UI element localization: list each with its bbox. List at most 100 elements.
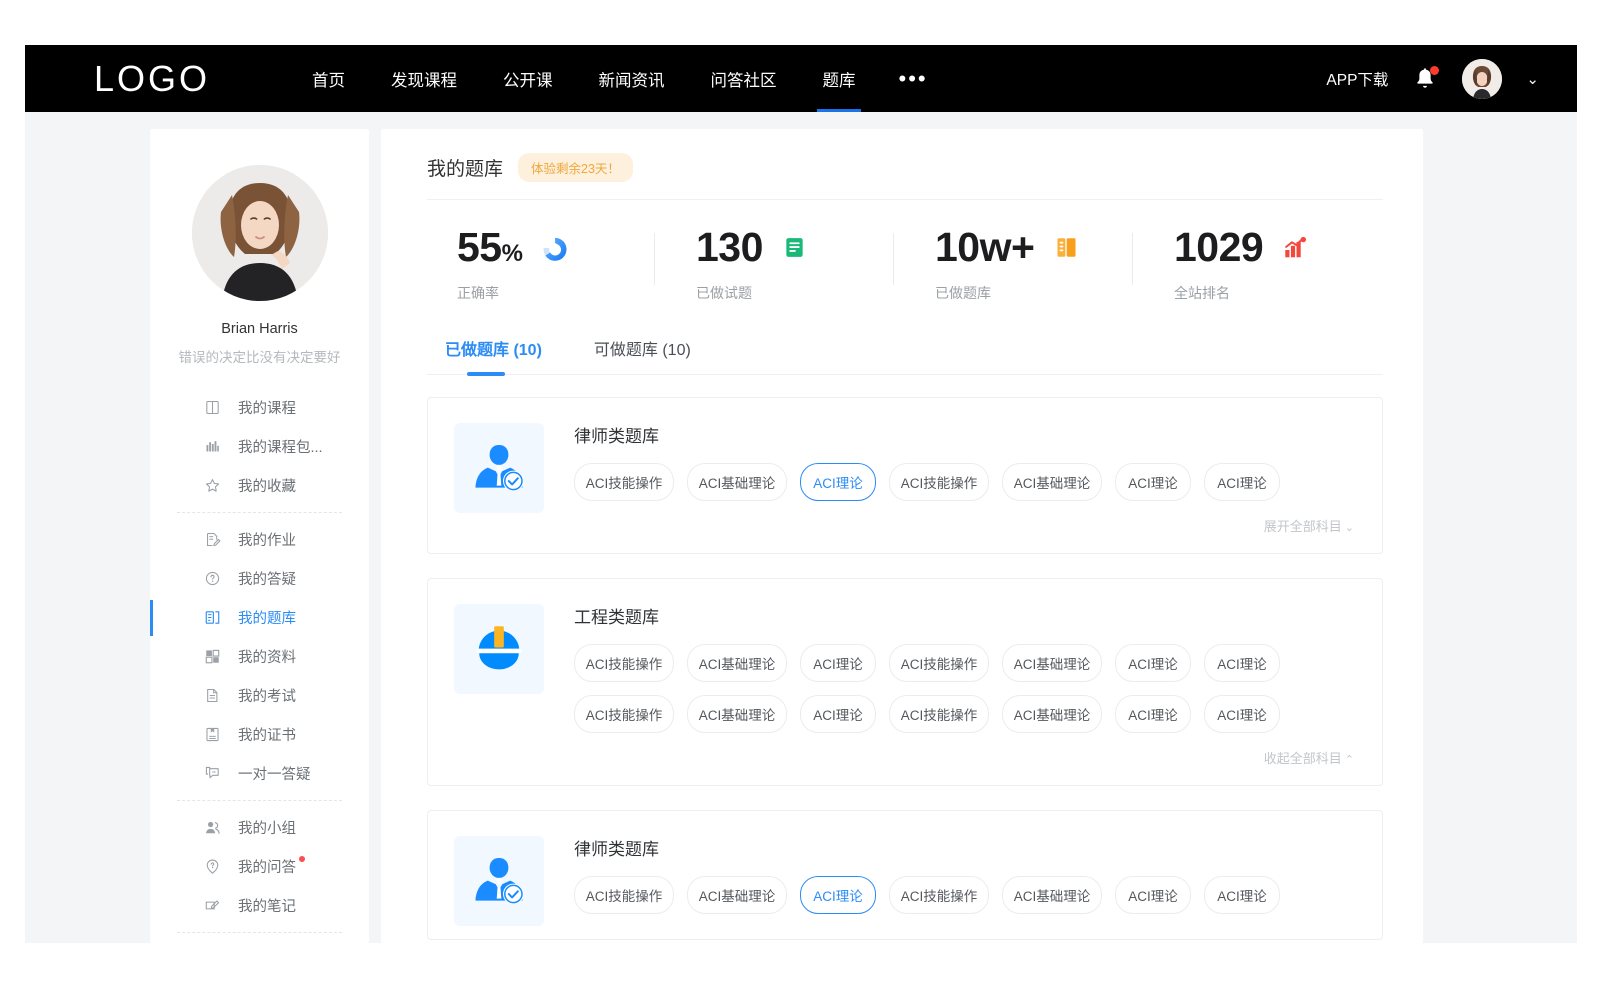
- main-content-panel: 我的题库 体验剩余23天！ 55% 正确率 130 已做试题 10w+ 已做题库…: [381, 129, 1423, 943]
- nav-right-cluster: APP下载 ⌄: [1326, 59, 1539, 99]
- subject-tag[interactable]: ACI技能操作: [889, 644, 989, 682]
- sidebar-item-7[interactable]: 我的资料: [150, 637, 369, 676]
- toggle-subjects-link[interactable]: 收起全部科目⌃: [574, 746, 1356, 773]
- nav-item-3[interactable]: 公开课: [480, 45, 576, 112]
- page-body: Brian Harris 错误的决定比没有决定要好 我的课程我的课程包... 我的…: [25, 112, 1577, 943]
- question-bank-card: 律师类题库 ACI技能操作ACI基础理论ACI理论ACI技能操作ACI基础理论A…: [427, 397, 1383, 554]
- question-bank-icon: [204, 609, 221, 626]
- app-download-link[interactable]: APP下载: [1326, 68, 1388, 90]
- homework-icon: [204, 531, 221, 548]
- subject-tag[interactable]: ACI技能操作: [889, 695, 989, 733]
- sidebar-item-5[interactable]: 我的答疑: [150, 559, 369, 598]
- main-nav-items: 首页发现课程公开课新闻资讯问答社区题库: [289, 45, 879, 112]
- unread-dot-badge: [299, 856, 305, 862]
- subject-tag[interactable]: ACI理论: [1204, 876, 1280, 914]
- sidebar-item-label: 我的作业: [238, 529, 296, 550]
- subject-tag[interactable]: ACI理论: [1115, 695, 1191, 733]
- sidebar-item-label: 我的题库: [238, 607, 296, 628]
- question-circle-icon: [204, 570, 221, 587]
- notification-dot-badge: [1430, 66, 1439, 75]
- more-nav-icon[interactable]: •••: [879, 45, 948, 112]
- sidebar-item-14[interactable]: 我的积分: [150, 940, 369, 943]
- subject-tag[interactable]: ACI理论: [800, 876, 876, 914]
- helmet-icon: [454, 604, 544, 694]
- package-icon: [204, 438, 221, 455]
- stat-card-3: 10w+ 已做题库: [905, 227, 1144, 303]
- tab-1[interactable]: 已做题库 (10): [445, 336, 542, 374]
- subject-tag[interactable]: ACI基础理论: [1002, 876, 1102, 914]
- sidebar-item-6[interactable]: 我的题库: [150, 598, 369, 637]
- chevron-down-icon[interactable]: ⌄: [1526, 70, 1539, 88]
- stat-label: 正确率: [457, 283, 499, 303]
- question-bank-title[interactable]: 工程类题库: [574, 603, 1356, 628]
- nav-item-5[interactable]: 问答社区: [688, 45, 800, 112]
- subject-tag-row: ACI技能操作 ACI基础理论 ACI理论 ACI技能操作 ACI基础理论 ACI理论 AC…: [574, 876, 1356, 914]
- subject-tag[interactable]: ACI基础理论: [1002, 463, 1102, 501]
- sidebar-item-label: 我的小组: [238, 817, 296, 838]
- subject-tag[interactable]: ACI理论: [800, 463, 876, 501]
- subject-tag[interactable]: ACI理论: [800, 695, 876, 733]
- nav-item-4[interactable]: 新闻资讯: [576, 45, 688, 112]
- sidebar-item-9[interactable]: 我的证书: [150, 715, 369, 754]
- subject-tag[interactable]: ACI理论: [1204, 644, 1280, 682]
- subject-tags: ACI技能操作 ACI基础理论 ACI理论 ACI技能操作 ACI基础理论 ACI理论 AC…: [574, 463, 1356, 501]
- subject-tag[interactable]: ACI技能操作: [574, 876, 674, 914]
- subject-tag[interactable]: ACI基础理论: [1002, 644, 1102, 682]
- group-icon: [204, 819, 221, 836]
- subject-tag[interactable]: ACI技能操作: [574, 644, 674, 682]
- subject-tag[interactable]: ACI理论: [1115, 876, 1191, 914]
- subject-tag[interactable]: ACI基础理论: [1002, 695, 1102, 733]
- profile-block: Brian Harris 错误的决定比没有决定要好: [150, 129, 369, 366]
- sidebar-item-label: 我的课程: [238, 397, 296, 418]
- sidebar-item-10[interactable]: 一对一答疑: [150, 754, 369, 793]
- question-bank-card-list: 律师类题库 ACI技能操作ACI基础理论ACI理论ACI技能操作ACI基础理论A…: [427, 375, 1383, 940]
- stat-value: 1029: [1174, 227, 1263, 268]
- nav-item-2[interactable]: 发现课程: [368, 45, 480, 112]
- chat-icon: [204, 765, 221, 782]
- subject-tag[interactable]: ACI理论: [800, 644, 876, 682]
- subject-tag[interactable]: ACI理论: [1204, 695, 1280, 733]
- profile-name: Brian Harris: [150, 321, 369, 337]
- sidebar-item-label: 我的收藏: [238, 475, 296, 496]
- toggle-subjects-link[interactable]: 展开全部科目⌄: [574, 514, 1356, 541]
- sidebar-item-2[interactable]: 我的课程包...: [150, 427, 369, 466]
- subject-tag[interactable]: ACI技能操作: [574, 695, 674, 733]
- subject-tag[interactable]: ACI理论: [1204, 463, 1280, 501]
- subject-tag[interactable]: ACI基础理论: [687, 644, 787, 682]
- question-bank-title[interactable]: 律师类题库: [574, 422, 1356, 447]
- user-avatar[interactable]: [1462, 59, 1502, 99]
- sidebar-item-label: 我的课程包...: [238, 436, 323, 457]
- sidebar-item-label: 我的答疑: [238, 568, 296, 589]
- subject-tag[interactable]: ACI理论: [1115, 463, 1191, 501]
- sidebar-item-label: 我的笔记: [238, 895, 296, 916]
- sidebar-item-label: 我的考试: [238, 685, 296, 706]
- files-icon: [204, 648, 221, 665]
- sidebar-item-11[interactable]: 我的小组: [150, 808, 369, 847]
- subject-tag[interactable]: ACI技能操作: [889, 463, 989, 501]
- sidebar-item-4[interactable]: 我的作业: [150, 520, 369, 559]
- nav-item-1[interactable]: 首页: [289, 45, 368, 112]
- sidebar-item-1[interactable]: 我的课程: [150, 388, 369, 427]
- nav-item-6[interactable]: 题库: [800, 45, 879, 112]
- sidebar-item-8[interactable]: 我的考试: [150, 676, 369, 715]
- subject-tag[interactable]: ACI基础理论: [687, 695, 787, 733]
- certificate-icon: [204, 726, 221, 743]
- subject-tag[interactable]: ACI理论: [1115, 644, 1191, 682]
- subject-tag[interactable]: ACI基础理论: [687, 463, 787, 501]
- star-icon: [204, 477, 221, 494]
- notification-bell-button[interactable]: [1412, 66, 1438, 92]
- tab-2[interactable]: 可做题库 (10): [594, 336, 691, 374]
- sidebar-item-12[interactable]: 我的问答: [150, 847, 369, 886]
- sidebar-item-13[interactable]: 我的笔记: [150, 886, 369, 925]
- subject-tag[interactable]: ACI技能操作: [889, 876, 989, 914]
- site-logo[interactable]: LOGO: [94, 58, 210, 100]
- stat-label: 全站排名: [1174, 283, 1230, 303]
- sidebar-item-3[interactable]: 我的收藏: [150, 466, 369, 505]
- sidebar-item-label: 我的证书: [238, 724, 296, 745]
- profile-avatar[interactable]: [192, 165, 328, 301]
- subject-tag-row: ACI技能操作 ACI基础理论 ACI理论 ACI技能操作 ACI基础理论 ACI理论 AC…: [574, 463, 1356, 501]
- question-bank-title[interactable]: 律师类题库: [574, 835, 1356, 860]
- subject-tag[interactable]: ACI基础理论: [687, 876, 787, 914]
- subject-tag[interactable]: ACI技能操作: [574, 463, 674, 501]
- menu-divider: [177, 512, 342, 513]
